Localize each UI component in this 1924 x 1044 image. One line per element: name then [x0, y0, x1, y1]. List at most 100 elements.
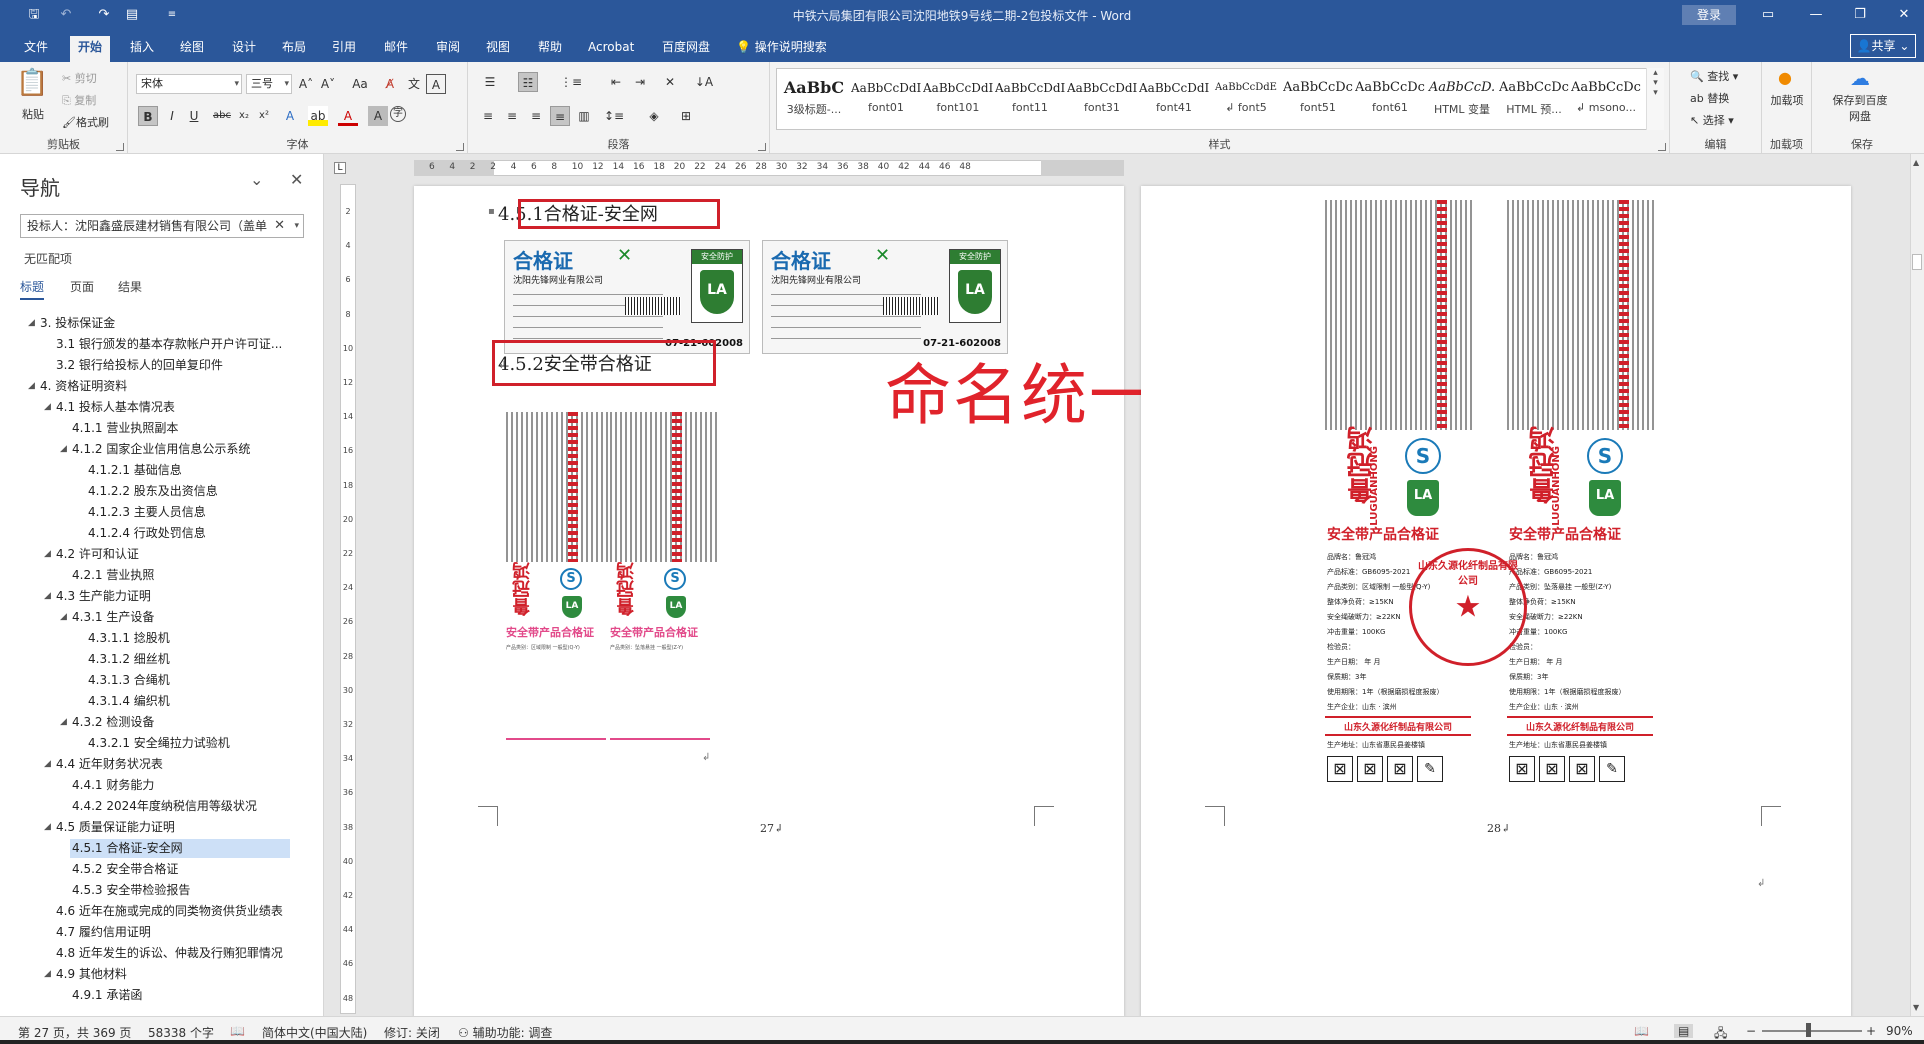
tab-home[interactable]: 开始 — [70, 36, 111, 62]
nav-heading-item[interactable]: 4.3.1.3 合绳机 — [88, 671, 170, 690]
close-icon[interactable]: ✕ — [290, 170, 303, 189]
tab-layout[interactable]: 布局 — [274, 36, 314, 62]
print-layout-icon[interactable]: ▤ — [1674, 1024, 1694, 1038]
baidu-cloud-icon[interactable]: ☁ — [1850, 66, 1870, 90]
superscript-icon[interactable]: x² — [254, 106, 274, 126]
addins-button[interactable]: 加载项 — [1770, 92, 1804, 108]
chevron-down-icon[interactable]: ⌄ — [250, 170, 263, 189]
nav-heading-item[interactable]: 4.7 履约信用证明 — [56, 923, 151, 942]
format-painter-button[interactable]: 🖌格式刷 — [62, 114, 109, 130]
tab-review[interactable]: 审阅 — [428, 36, 468, 62]
style-item[interactable]: AaBbCcDdI font11 — [995, 71, 1065, 127]
style-item[interactable]: AaBbCcDdI font101 — [923, 71, 993, 127]
login-button[interactable]: 登录 — [1682, 5, 1736, 25]
nav-heading-item[interactable]: 4.5.1 合格证-安全网 — [70, 839, 290, 858]
collapse-caret-icon[interactable]: ◢ — [44, 755, 51, 774]
nav-heading-item[interactable]: ◢ 4. 资格证明资料 — [28, 377, 127, 396]
collapse-caret-icon[interactable]: ◢ — [44, 818, 51, 837]
nav-tab-headings[interactable]: 标题 — [20, 278, 45, 300]
nav-heading-item[interactable]: 4.1.2.1 基础信息 — [88, 461, 182, 480]
font-launcher[interactable] — [456, 143, 464, 151]
collapse-caret-icon[interactable]: ◢ — [28, 314, 35, 333]
nav-heading-item[interactable]: ◢ 3. 投标保证金 — [28, 314, 115, 333]
phonetic-icon[interactable]: 文 — [404, 74, 424, 94]
read-mode-icon[interactable]: 📖 — [1634, 1024, 1649, 1038]
font-size-combo[interactable]: 三号 ▾ — [246, 74, 292, 94]
change-case-icon[interactable]: Aa — [350, 74, 370, 94]
track-changes[interactable]: 修订: 关闭 — [384, 1024, 440, 1041]
tab-mailings[interactable]: 邮件 — [376, 36, 416, 62]
collapse-caret-icon[interactable]: ◢ — [44, 398, 51, 417]
increase-indent-icon[interactable]: ⇥ — [630, 72, 650, 92]
shading-icon[interactable]: ◈ — [644, 106, 664, 126]
nav-heading-item[interactable]: 4.1.2.3 主要人员信息 — [88, 503, 206, 522]
nav-heading-item[interactable]: 3.1 银行颁发的基本存款帐户开户许可证... — [56, 335, 282, 354]
tab-design[interactable]: 设计 — [224, 36, 264, 62]
nav-tab-pages[interactable]: 页面 — [70, 278, 94, 295]
subscript-icon[interactable]: x₂ — [234, 106, 254, 126]
nav-heading-item[interactable]: 4.5.2 安全带合格证 — [72, 860, 178, 879]
zoom-out-icon[interactable]: − — [1746, 1024, 1756, 1038]
nav-heading-item[interactable]: 4.1.2.4 行政处罚信息 — [88, 524, 206, 543]
zoom-level[interactable]: 90% — [1886, 1024, 1913, 1038]
page-27[interactable]: ▪ 4.5.1合格证-安全网 合格证 ✕ 沈阳先锋网业有限公司 安全防护 LA 0… — [414, 186, 1124, 1016]
scroll-down-icon[interactable]: ▼ — [1913, 1003, 1919, 1012]
chinese-layout-icon[interactable]: ✕ — [660, 72, 680, 92]
nav-heading-item[interactable]: 4.2.1 营业执照 — [72, 566, 154, 585]
nav-heading-item[interactable]: ◢ 4.3 生产能力证明 — [44, 587, 151, 606]
align-center-icon[interactable]: ≡ — [502, 106, 522, 126]
collapse-caret-icon[interactable]: ◢ — [60, 440, 67, 459]
zoom-slider[interactable] — [1762, 1030, 1862, 1032]
paste-icon[interactable]: 📋 — [16, 68, 56, 104]
addins-icon[interactable]: ● — [1778, 68, 1792, 87]
nav-heading-item[interactable]: ◢ 4.9 其他材料 — [44, 965, 127, 984]
char-shading-icon[interactable]: A — [368, 106, 388, 126]
nav-heading-item[interactable]: 4.3.1.4 编织机 — [88, 692, 170, 711]
restore-icon[interactable]: ❐ — [1840, 4, 1880, 26]
nav-heading-item[interactable]: ◢ 4.1 投标人基本情况表 — [44, 398, 175, 417]
bullets-icon[interactable]: ☰ — [480, 72, 500, 92]
justify-icon[interactable]: ≡ — [550, 106, 570, 126]
nav-heading-item[interactable]: ◢ 4.4 近年财务状况表 — [44, 755, 163, 774]
style-item[interactable]: AaBbCcDc font51 — [1283, 71, 1353, 127]
nav-heading-item[interactable]: ◢ 4.2 许可和认证 — [44, 545, 139, 564]
find-button[interactable]: 🔍 查找 ▾ — [1690, 68, 1738, 84]
nav-heading-item[interactable]: ◢ 4.1.2 国家企业信用信息公示系统 — [60, 440, 250, 459]
font-name-combo[interactable]: 宋体 ▾ — [136, 74, 242, 94]
highlight-icon[interactable]: ab — [308, 106, 328, 126]
chevron-down-icon[interactable]: ▾ — [294, 215, 299, 237]
nav-heading-item[interactable]: 4.3.1.2 细丝机 — [88, 650, 170, 669]
decrease-indent-icon[interactable]: ⇤ — [606, 72, 626, 92]
enclose-char-icon[interactable]: 字 — [390, 106, 406, 122]
sort-icon[interactable]: ↓A — [694, 72, 714, 92]
numbering-icon[interactable]: ☷ — [518, 72, 538, 92]
copy-button[interactable]: ⎘ 复制 — [62, 92, 96, 108]
text-effects-icon[interactable]: A — [280, 106, 300, 126]
nav-heading-item[interactable]: 4.5.3 安全带检验报告 — [72, 881, 190, 900]
share-button[interactable]: 👤共享 ⌄ — [1850, 34, 1916, 58]
grow-font-icon[interactable]: A˄ — [296, 74, 316, 94]
minimize-icon[interactable]: — — [1796, 4, 1836, 26]
style-item[interactable]: AaBbCcDc ↲ msono... — [1571, 71, 1641, 127]
style-item[interactable]: AaBbCcDdI font41 — [1139, 71, 1209, 127]
proofing-icon[interactable]: 📖 — [230, 1024, 245, 1038]
nav-heading-item[interactable]: 4.4.1 财务能力 — [72, 776, 154, 795]
distributed-icon[interactable]: ▥ — [574, 106, 594, 126]
paste-button[interactable]: 粘贴 — [22, 106, 44, 122]
clipboard-launcher[interactable] — [116, 143, 124, 151]
style-item[interactable]: AaBbCcDdI font01 — [851, 71, 921, 127]
nav-heading-item[interactable]: 4.3.1.1 捻股机 — [88, 629, 170, 648]
style-item[interactable]: AaBbCcDc HTML 预... — [1499, 71, 1569, 127]
document-scrollbar[interactable]: ▲ ▼ — [1910, 154, 1924, 1016]
styles-scroll[interactable]: ▴ ▾ ▾ — [1646, 68, 1664, 130]
zoom-thumb[interactable] — [1806, 1023, 1811, 1037]
select-button[interactable]: ↖ 选择 ▾ — [1690, 112, 1734, 128]
nav-heading-item[interactable]: ◢ 4.5 质量保证能力证明 — [44, 818, 175, 837]
styles-launcher[interactable] — [1658, 143, 1666, 151]
tab-help[interactable]: 帮助 — [530, 36, 570, 62]
paragraph-launcher[interactable] — [758, 143, 766, 151]
page-count[interactable]: 第 27 页，共 369 页 — [18, 1024, 131, 1041]
align-right-icon[interactable]: ≡ — [526, 106, 546, 126]
nav-heading-item[interactable]: 4.9.1 承诺函 — [72, 986, 142, 1005]
tab-acrobat[interactable]: Acrobat — [580, 36, 642, 62]
